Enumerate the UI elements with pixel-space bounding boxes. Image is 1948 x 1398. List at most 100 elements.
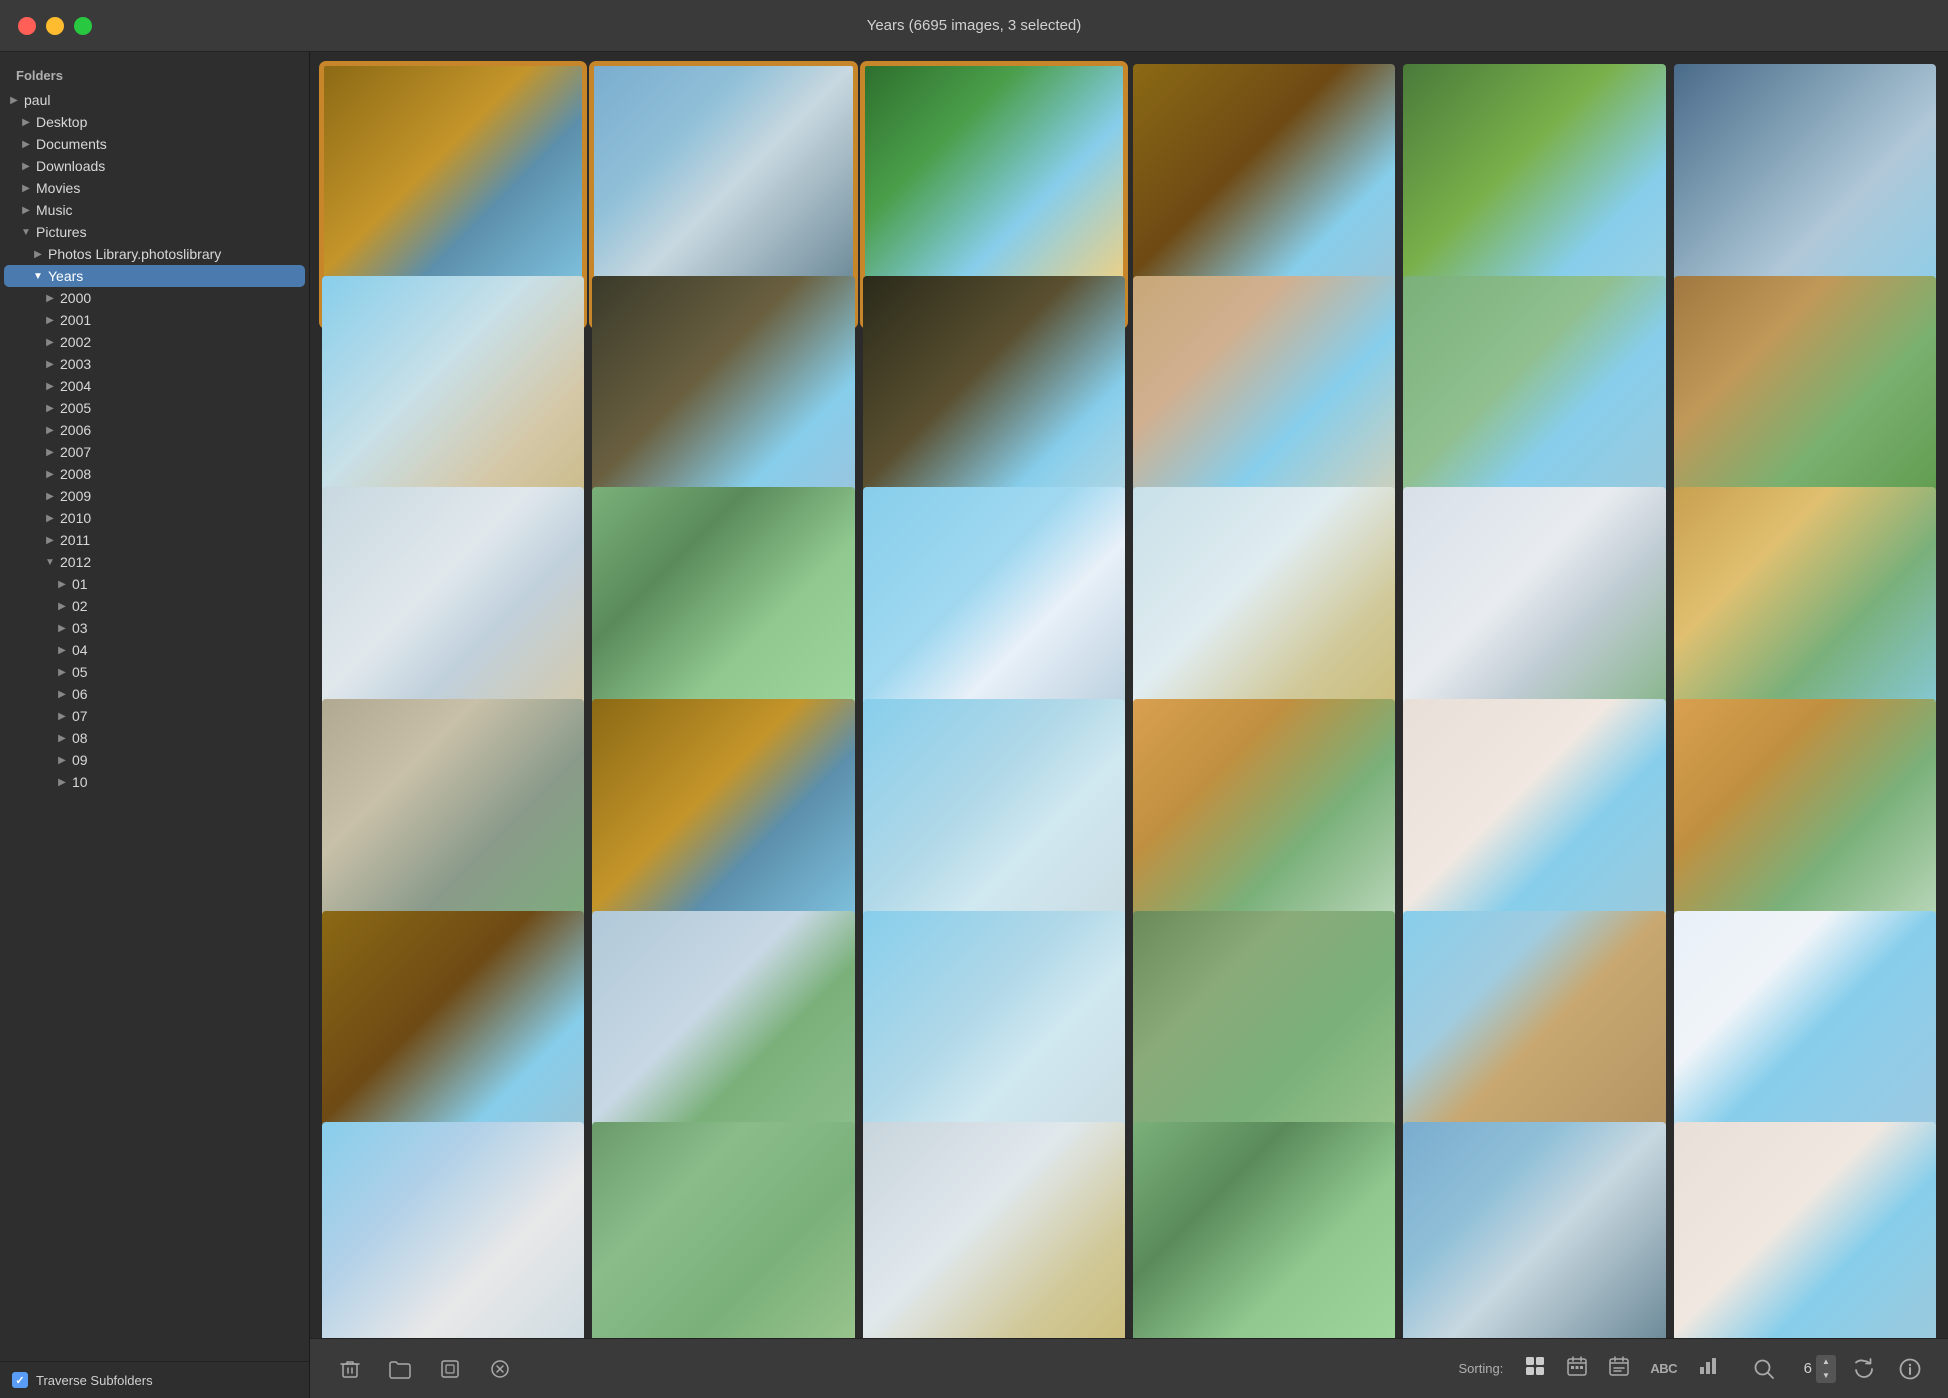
photo-cell-31[interactable] <box>322 1122 584 1338</box>
sidebar-item-documents[interactable]: Documents <box>4 133 305 155</box>
sidebar-item-y2008[interactable]: 2008 <box>4 463 305 485</box>
sidebar-item-m09[interactable]: 09 <box>4 749 305 771</box>
sidebar-item-m05[interactable]: 05 <box>4 661 305 683</box>
sidebar-item-music[interactable]: Music <box>4 199 305 221</box>
sidebar-item-y2005[interactable]: 2005 <box>4 397 305 419</box>
sort-abc-button[interactable]: ABC <box>1643 1357 1684 1380</box>
size-value: 6 <box>1792 1360 1812 1377</box>
photo-grid <box>310 52 1948 1338</box>
arrow-m09 <box>52 755 72 766</box>
info-button[interactable] <box>1892 1351 1928 1387</box>
folder-button[interactable] <box>380 1351 420 1387</box>
arrow-years <box>28 271 48 282</box>
sidebar-label-y2006: 2006 <box>60 422 299 438</box>
sidebar-item-m08[interactable]: 08 <box>4 727 305 749</box>
sidebar-label-y2004: 2004 <box>60 378 299 394</box>
sidebar-item-y2000[interactable]: 2000 <box>4 287 305 309</box>
titlebar: Years (6695 images, 3 selected) <box>0 0 1948 52</box>
sidebar-label-y2009: 2009 <box>60 488 299 504</box>
size-up-button[interactable]: ▲ <box>1816 1355 1836 1369</box>
photo-cell-32[interactable] <box>592 1122 854 1338</box>
sidebar-item-y2003[interactable]: 2003 <box>4 353 305 375</box>
sidebar-label-y2005: 2005 <box>60 400 299 416</box>
arrow-y2012 <box>40 557 60 568</box>
photo-cell-33[interactable] <box>863 1122 1125 1338</box>
size-stepper: ▲ ▼ <box>1816 1355 1836 1383</box>
sidebar-bottom: Traverse Subfolders <box>0 1361 309 1398</box>
sidebar-item-paul[interactable]: paul <box>4 89 305 111</box>
sidebar-item-y2012[interactable]: 2012 <box>4 551 305 573</box>
arrow-y2009 <box>40 491 60 502</box>
arrow-y2006 <box>40 425 60 436</box>
arrow-m06 <box>52 689 72 700</box>
photo-cell-34[interactable] <box>1133 1122 1395 1338</box>
sidebar-item-y2001[interactable]: 2001 <box>4 309 305 331</box>
sidebar-label-years: Years <box>48 268 299 284</box>
sort-calendar2-button[interactable] <box>1601 1351 1637 1386</box>
sidebar-item-desktop[interactable]: Desktop <box>4 111 305 133</box>
sidebar-item-y2011[interactable]: 2011 <box>4 529 305 551</box>
size-down-button[interactable]: ▼ <box>1816 1369 1836 1383</box>
content-area: Sorting: <box>310 52 1948 1398</box>
preview-button[interactable] <box>430 1351 470 1387</box>
minimize-button[interactable] <box>46 17 64 35</box>
sidebar-label-m06: 06 <box>72 686 299 702</box>
sidebar-item-y2010[interactable]: 2010 <box>4 507 305 529</box>
sidebar-label-documents: Documents <box>36 136 299 152</box>
sidebar-label-y2003: 2003 <box>60 356 299 372</box>
sidebar-label-y2012: 2012 <box>60 554 299 570</box>
refresh-button[interactable] <box>1846 1351 1882 1387</box>
close-button[interactable] <box>18 17 36 35</box>
sidebar-item-m10[interactable]: 10 <box>4 771 305 793</box>
arrow-m02 <box>52 601 72 612</box>
sort-chart-button[interactable] <box>1690 1351 1726 1386</box>
search-button[interactable] <box>1746 1351 1782 1387</box>
photo-cell-36[interactable] <box>1674 1122 1936 1338</box>
sidebar-item-downloads[interactable]: Downloads <box>4 155 305 177</box>
main-area: Folders paulDesktopDocumentsDownloadsMov… <box>0 52 1948 1398</box>
sidebar-item-movies[interactable]: Movies <box>4 177 305 199</box>
close-x-button[interactable] <box>480 1351 520 1387</box>
arrow-downloads <box>16 161 36 172</box>
sidebar-item-m04[interactable]: 04 <box>4 639 305 661</box>
traverse-checkbox[interactable] <box>12 1372 28 1388</box>
sidebar-item-pictures[interactable]: Pictures <box>4 221 305 243</box>
sidebar-label-m01: 01 <box>72 576 299 592</box>
arrow-m03 <box>52 623 72 634</box>
delete-button[interactable] <box>330 1351 370 1387</box>
sidebar-item-m02[interactable]: 02 <box>4 595 305 617</box>
window-title: Years (6695 images, 3 selected) <box>867 17 1082 34</box>
sidebar-item-y2004[interactable]: 2004 <box>4 375 305 397</box>
toolbar-left <box>330 1351 520 1387</box>
photo-cell-35[interactable] <box>1403 1122 1665 1338</box>
sidebar-label-y2002: 2002 <box>60 334 299 350</box>
sidebar-item-m06[interactable]: 06 <box>4 683 305 705</box>
sidebar-label-paul: paul <box>24 92 299 108</box>
sidebar-item-y2002[interactable]: 2002 <box>4 331 305 353</box>
sidebar-item-m03[interactable]: 03 <box>4 617 305 639</box>
sidebar-label-m05: 05 <box>72 664 299 680</box>
sidebar-item-years[interactable]: Years <box>4 265 305 287</box>
sidebar-label-m07: 07 <box>72 708 299 724</box>
sort-calendar-button[interactable] <box>1559 1351 1595 1386</box>
sidebar-item-m01[interactable]: 01 <box>4 573 305 595</box>
sidebar-item-y2009[interactable]: 2009 <box>4 485 305 507</box>
toolbar: Sorting: <box>310 1338 1948 1398</box>
sidebar-item-y2007[interactable]: 2007 <box>4 441 305 463</box>
sidebar-item-photos-library[interactable]: Photos Library.photoslibrary <box>4 243 305 265</box>
sidebar-item-m07[interactable]: 07 <box>4 705 305 727</box>
sidebar-label-m08: 08 <box>72 730 299 746</box>
sidebar-label-desktop: Desktop <box>36 114 299 130</box>
arrow-y2007 <box>40 447 60 458</box>
sidebar-label-photos-library: Photos Library.photoslibrary <box>48 246 299 262</box>
sidebar-label-y2011: 2011 <box>60 532 299 548</box>
arrow-y2000 <box>40 293 60 304</box>
sidebar-item-y2006[interactable]: 2006 <box>4 419 305 441</box>
photo-image-32 <box>592 1122 854 1338</box>
sort-grid-button[interactable] <box>1517 1351 1553 1386</box>
sidebar-scroll: Folders paulDesktopDocumentsDownloadsMov… <box>0 52 309 1361</box>
maximize-button[interactable] <box>74 17 92 35</box>
titlebar-buttons <box>18 17 92 35</box>
sidebar-label-m02: 02 <box>72 598 299 614</box>
photo-image-34 <box>1133 1122 1395 1338</box>
